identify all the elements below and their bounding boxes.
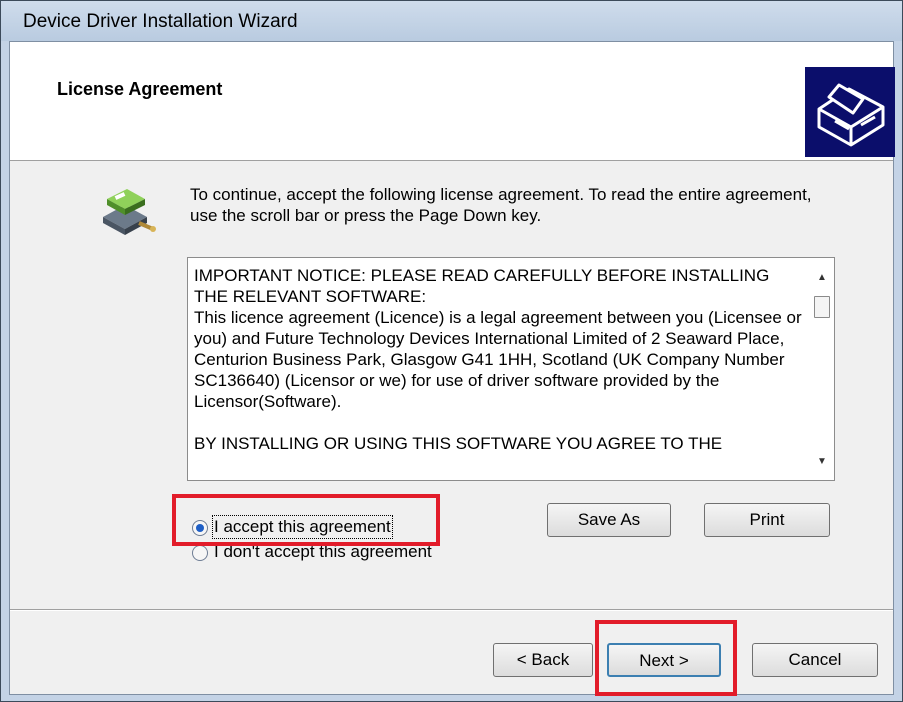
installation-package-icon: [95, 177, 159, 241]
wizard-window: Device Driver Installation Wizard Licens…: [0, 0, 903, 702]
decline-radio-button[interactable]: [192, 545, 208, 561]
next-highlight-annotation: [595, 620, 737, 696]
scroll-thumb[interactable]: [814, 296, 830, 318]
wizard-header: License Agreement: [10, 42, 895, 161]
window-title: Device Driver Installation Wizard: [23, 11, 298, 32]
instructions-text: To continue, accept the following licens…: [190, 185, 812, 225]
scroll-down-arrow-icon[interactable]: ▼: [811, 451, 833, 473]
back-button[interactable]: < Back: [493, 643, 593, 677]
footer-divider: [10, 609, 893, 611]
accept-highlight-annotation: [172, 494, 440, 546]
title-bar[interactable]: Device Driver Installation Wizard: [1, 1, 902, 41]
save-as-button[interactable]: Save As: [547, 503, 671, 537]
page-title: License Agreement: [57, 79, 223, 99]
license-scrollbar[interactable]: ▲ ▼: [811, 259, 833, 479]
license-textbox[interactable]: IMPORTANT NOTICE: PLEASE READ CAREFULLY …: [187, 257, 835, 481]
cancel-button[interactable]: Cancel: [752, 643, 878, 677]
wizard-body: License Agreement To continue, accept th…: [9, 41, 895, 696]
license-text: IMPORTANT NOTICE: PLEASE READ CAREFULLY …: [194, 266, 802, 453]
computer-drive-logo-icon: [805, 67, 895, 157]
print-button[interactable]: Print: [704, 503, 830, 537]
scroll-up-arrow-icon[interactable]: ▲: [811, 267, 833, 289]
